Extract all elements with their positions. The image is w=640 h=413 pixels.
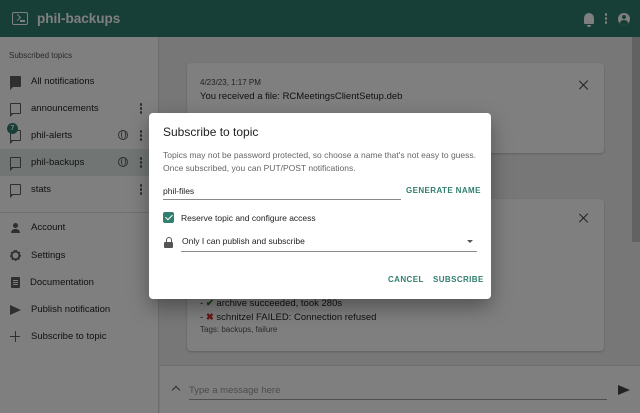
subscribe-dialog: Subscribe to topic Topics may not be pas… <box>149 113 491 299</box>
access-select-value: Only I can publish and subscribe <box>182 236 305 246</box>
reserve-topic-checkbox[interactable] <box>163 212 174 223</box>
cancel-button[interactable]: CANCEL <box>388 275 424 284</box>
lock-icon <box>164 237 173 248</box>
dialog-description: Topics may not be password protected, so… <box>163 150 476 173</box>
reserve-topic-label: Reserve topic and configure access <box>181 213 316 223</box>
dropdown-arrow-icon <box>467 240 473 243</box>
subscribe-button[interactable]: SUBSCRIBE <box>433 275 484 284</box>
generate-name-button[interactable]: GENERATE NAME <box>406 186 481 195</box>
topic-name-input[interactable] <box>163 183 401 200</box>
dialog-title: Subscribe to topic <box>163 125 259 139</box>
access-select[interactable]: Only I can publish and subscribe <box>181 232 477 252</box>
